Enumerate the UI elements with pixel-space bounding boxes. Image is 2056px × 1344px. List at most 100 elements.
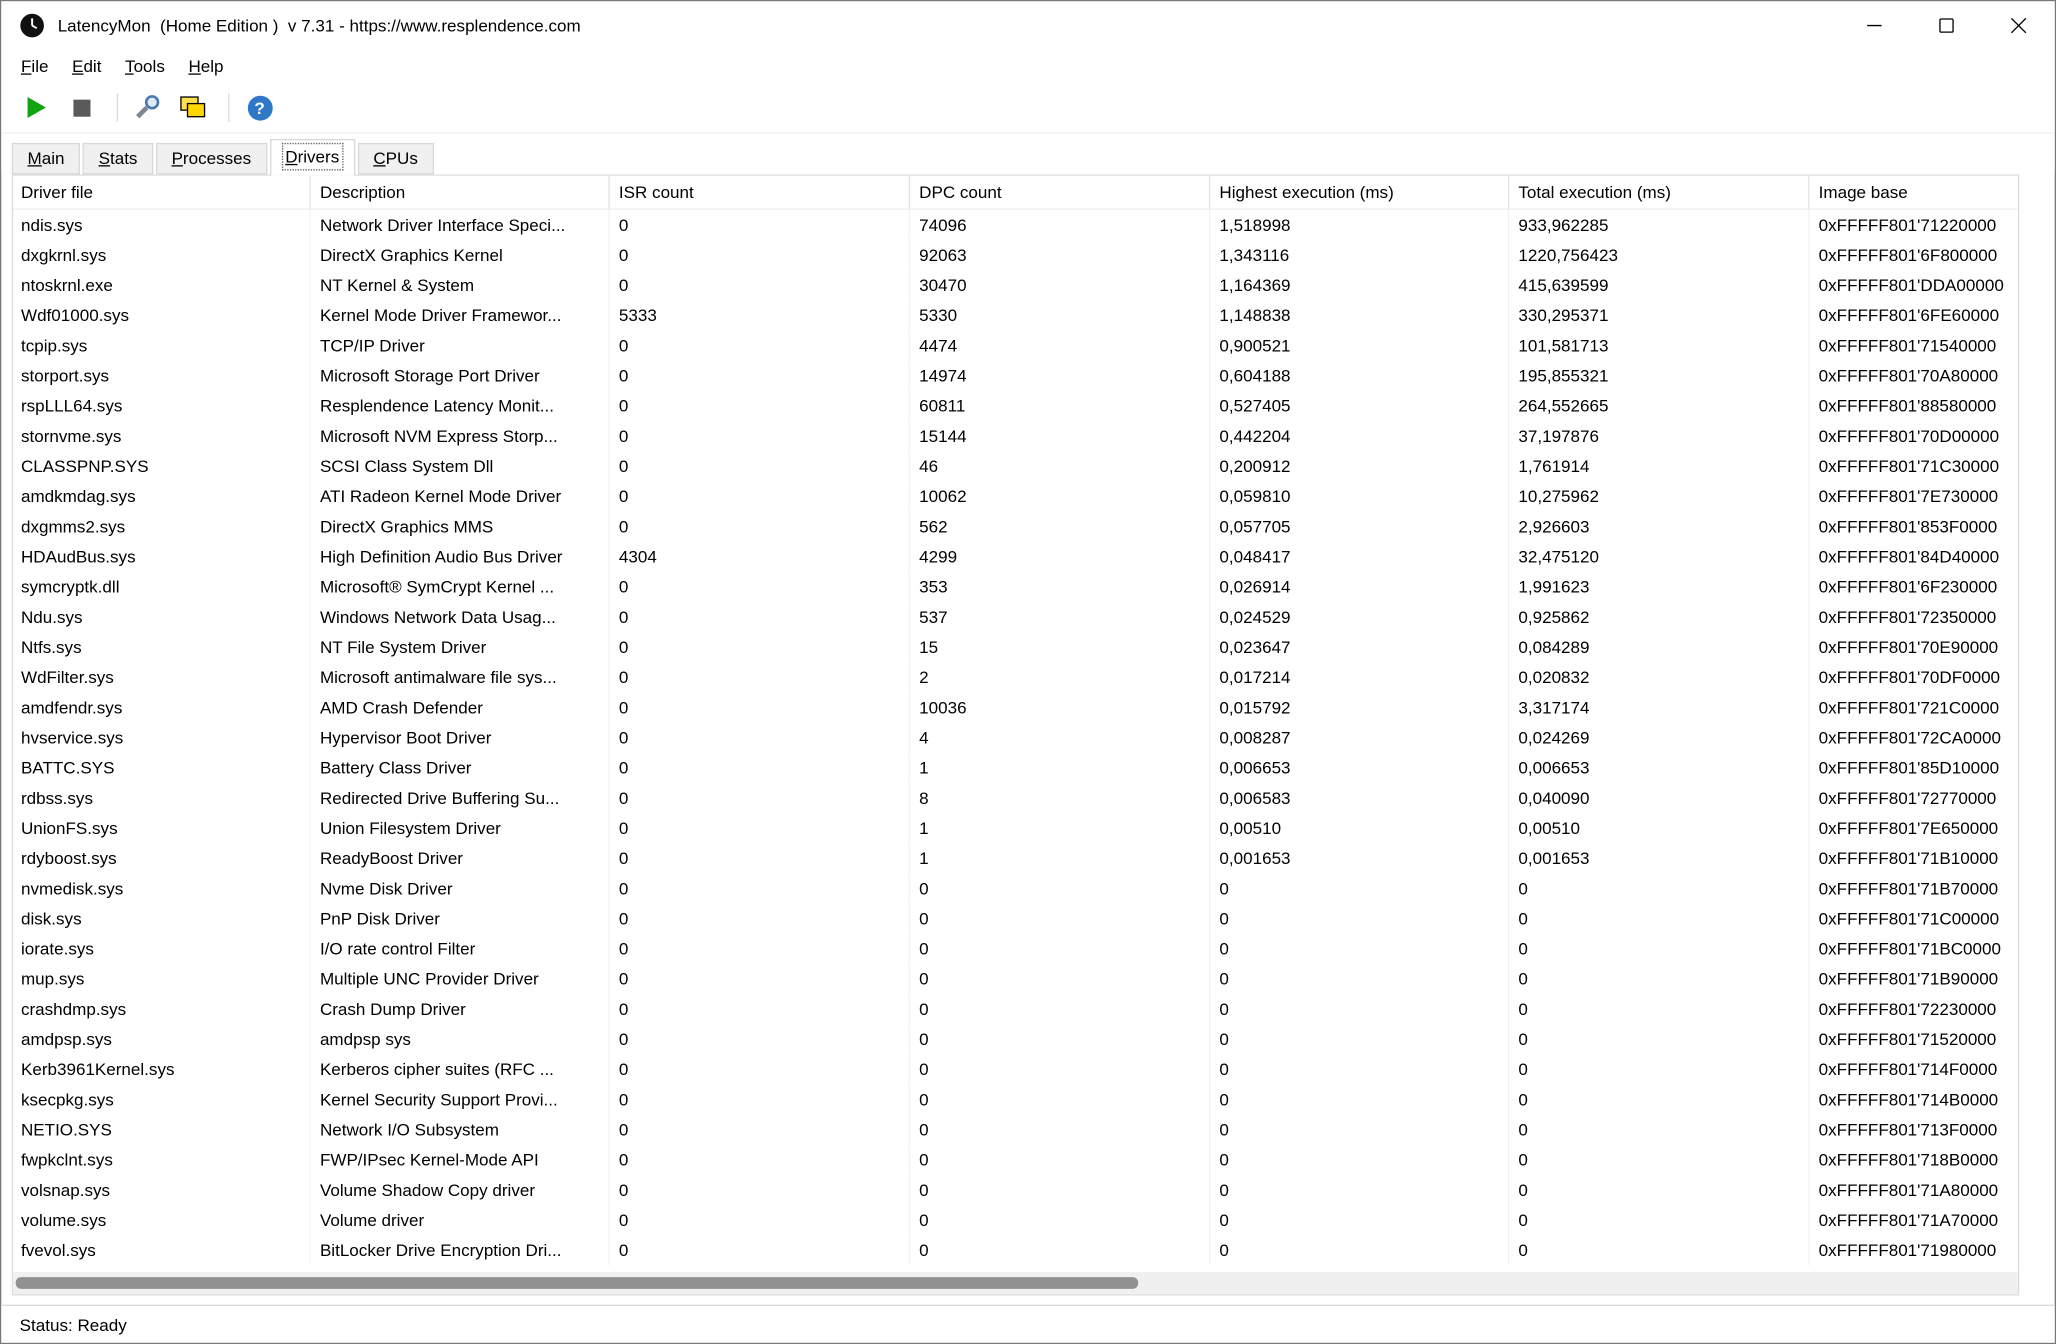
menu-edit[interactable]: Edit xyxy=(60,52,113,80)
column-header[interactable]: ISR count xyxy=(610,176,910,210)
table-cell: 0xFFFFF801'70DF0000 xyxy=(1809,662,2017,692)
table-row[interactable]: HDAudBus.sysHigh Definition Audio Bus Dr… xyxy=(13,542,2018,572)
table-row[interactable]: fvevol.sysBitLocker Drive Encryption Dri… xyxy=(13,1235,2018,1265)
menu-file[interactable]: File xyxy=(9,52,60,80)
table-row[interactable]: nvmedisk.sysNvme Disk Driver00000xFFFFF8… xyxy=(13,873,2018,903)
column-header[interactable]: DPC count xyxy=(910,176,1210,210)
table-row[interactable]: CLASSPNP.SYSSCSI Class System Dll0460,20… xyxy=(13,451,2018,481)
table-cell: 0 xyxy=(610,903,910,933)
close-button[interactable] xyxy=(1983,1,2055,48)
table-cell: FWP/IPsec Kernel-Mode API xyxy=(311,1145,610,1175)
table-row[interactable]: volume.sysVolume driver00000xFFFFF801'71… xyxy=(13,1205,2018,1235)
table-cell: 0,023647 xyxy=(1210,632,1509,662)
table-cell: 0 xyxy=(1509,1235,1809,1265)
table-cell: 0 xyxy=(910,934,1210,964)
column-header[interactable]: Image base xyxy=(1809,176,2017,210)
table-row[interactable]: BATTC.SYSBattery Class Driver010,0066530… xyxy=(13,753,2018,783)
windows-button[interactable] xyxy=(173,89,212,126)
table-cell: 0xFFFFF801'72350000 xyxy=(1809,602,2017,632)
help-button[interactable]: ? xyxy=(240,89,279,126)
table-cell: 1,343116 xyxy=(1210,240,1509,270)
table-row[interactable]: crashdmp.sysCrash Dump Driver00000xFFFFF… xyxy=(13,994,2018,1024)
table-row[interactable]: NETIO.SYSNetwork I/O Subsystem00000xFFFF… xyxy=(13,1115,2018,1145)
table-row[interactable]: rdbss.sysRedirected Drive Buffering Su..… xyxy=(13,783,2018,813)
column-header[interactable]: Driver file xyxy=(13,176,311,210)
table-row[interactable]: stornvme.sysMicrosoft NVM Express Storp.… xyxy=(13,421,2018,451)
table-row[interactable]: iorate.sysI/O rate control Filter00000xF… xyxy=(13,934,2018,964)
table-cell: amdkmdag.sys xyxy=(13,481,311,511)
table-cell: 0 xyxy=(1210,1115,1509,1145)
table-row[interactable]: Wdf01000.sysKernel Mode Driver Framewor.… xyxy=(13,300,2018,330)
table-row[interactable]: Ndu.sysWindows Network Data Usag...05370… xyxy=(13,602,2018,632)
table-row[interactable]: volsnap.sysVolume Shadow Copy driver0000… xyxy=(13,1175,2018,1205)
horizontal-scrollbar[interactable] xyxy=(13,1272,2018,1294)
table-cell: 0xFFFFF801'853F0000 xyxy=(1809,511,2017,541)
table-cell: 0xFFFFF801'84D40000 xyxy=(1809,542,2017,572)
table-cell: 0 xyxy=(1509,1205,1809,1235)
table-row[interactable]: disk.sysPnP Disk Driver00000xFFFFF801'71… xyxy=(13,903,2018,933)
table-row[interactable]: ksecpkg.sysKernel Security Support Provi… xyxy=(13,1084,2018,1114)
table-cell: 0 xyxy=(610,632,910,662)
table-cell: 0xFFFFF801'88580000 xyxy=(1809,391,2017,421)
scrollbar-thumb[interactable] xyxy=(16,1277,1138,1289)
table-cell: 2 xyxy=(910,662,1210,692)
table-cell: nvmedisk.sys xyxy=(13,873,311,903)
table-cell: 1 xyxy=(910,813,1210,843)
column-header[interactable]: Description xyxy=(311,176,610,210)
table-cell: 0xFFFFF801'718B0000 xyxy=(1809,1145,2017,1175)
start-monitor-button[interactable] xyxy=(17,89,56,126)
table-row[interactable]: symcryptk.dllMicrosoft® SymCrypt Kernel … xyxy=(13,572,2018,602)
table-cell: ReadyBoost Driver xyxy=(311,843,610,873)
table-row[interactable]: Ntfs.sysNT File System Driver0150,023647… xyxy=(13,632,2018,662)
table-row[interactable]: rspLLL64.sysResplendence Latency Monit..… xyxy=(13,391,2018,421)
toolbar-separator xyxy=(228,93,229,122)
table-cell: 0xFFFFF801'72CA0000 xyxy=(1809,722,2017,752)
table-cell: rdbss.sys xyxy=(13,783,311,813)
table-cell: Nvme Disk Driver xyxy=(311,873,610,903)
table-row[interactable]: amdkmdag.sysATI Radeon Kernel Mode Drive… xyxy=(13,481,2018,511)
table-cell: 0 xyxy=(610,753,910,783)
table-row[interactable]: ndis.sysNetwork Driver Interface Speci..… xyxy=(13,210,2018,240)
table-cell: 8 xyxy=(910,783,1210,813)
table-cell: Ntfs.sys xyxy=(13,632,311,662)
table-row[interactable]: dxgkrnl.sysDirectX Graphics Kernel092063… xyxy=(13,240,2018,270)
scale-wrapper: LatencyMon (Home Edition ) v 7.31 - http… xyxy=(0,0,2056,1344)
table-row[interactable]: WdFilter.sysMicrosoft antimalware file s… xyxy=(13,662,2018,692)
tab-processes[interactable]: Processes xyxy=(156,143,267,174)
tab-cpus[interactable]: CPUs xyxy=(358,143,434,174)
table-row[interactable]: Kerb3961Kernel.sysKerberos cipher suites… xyxy=(13,1054,2018,1084)
stop-monitor-button[interactable] xyxy=(62,89,101,126)
maximize-button[interactable] xyxy=(1910,1,1982,48)
table-row[interactable]: fwpkclnt.sysFWP/IPsec Kernel-Mode API000… xyxy=(13,1145,2018,1175)
tab-main[interactable]: Main xyxy=(12,143,80,174)
tab-stats[interactable]: Stats xyxy=(83,143,153,174)
table-cell: 0 xyxy=(910,1235,1210,1265)
menu-help[interactable]: Help xyxy=(177,52,236,80)
table-row[interactable]: hvservice.sysHypervisor Boot Driver040,0… xyxy=(13,722,2018,752)
tab-drivers[interactable]: Drivers xyxy=(270,139,355,176)
table-cell: Redirected Drive Buffering Su... xyxy=(311,783,610,813)
table-row[interactable]: dxgmms2.sysDirectX Graphics MMS05620,057… xyxy=(13,511,2018,541)
table-cell: 0 xyxy=(610,934,910,964)
table-row[interactable]: rdyboost.sysReadyBoost Driver010,0016530… xyxy=(13,843,2018,873)
table-row[interactable]: amdpsp.sysamdpsp sys00000xFFFFF801'71520… xyxy=(13,1024,2018,1054)
table-row[interactable]: ntoskrnl.exeNT Kernel & System0304701,16… xyxy=(13,270,2018,300)
table-cell: 0,442204 xyxy=(1210,421,1509,451)
table-row[interactable]: storport.sysMicrosoft Storage Port Drive… xyxy=(13,361,2018,391)
menu-tools[interactable]: Tools xyxy=(113,52,176,80)
column-header[interactable]: Total execution (ms) xyxy=(1509,176,1809,210)
table-row[interactable]: UnionFS.sysUnion Filesystem Driver010,00… xyxy=(13,813,2018,843)
table-cell: 0 xyxy=(1509,1145,1809,1175)
table-row[interactable]: tcpip.sysTCP/IP Driver044740,900521101,5… xyxy=(13,330,2018,360)
minimize-button[interactable] xyxy=(1838,1,1910,48)
tools-report-button[interactable] xyxy=(128,89,167,126)
table-cell: 0 xyxy=(1210,1175,1509,1205)
table-cell: 0 xyxy=(1509,1054,1809,1084)
table-cell: 195,855321 xyxy=(1509,361,1809,391)
table-cell: symcryptk.dll xyxy=(13,572,311,602)
table-row[interactable]: amdfendr.sysAMD Crash Defender0100360,01… xyxy=(13,692,2018,722)
column-header[interactable]: Highest execution (ms) xyxy=(1210,176,1509,210)
table-cell: 0 xyxy=(1509,1024,1809,1054)
table-cell: 0,048417 xyxy=(1210,542,1509,572)
table-row[interactable]: mup.sysMultiple UNC Provider Driver00000… xyxy=(13,964,2018,994)
